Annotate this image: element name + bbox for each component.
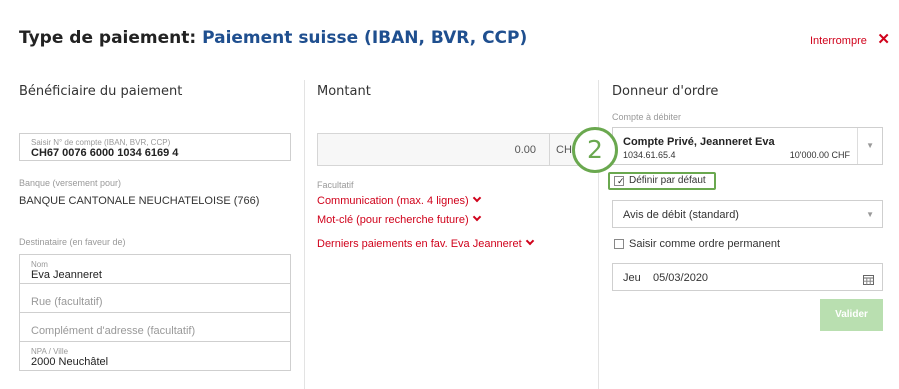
- city-value: 2000 Neuchâtel: [31, 356, 109, 368]
- standing-order-checkbox[interactable]: [614, 239, 624, 249]
- address-complement-placeholder: Complément d'adresse (facultatif): [31, 325, 196, 337]
- debit-account-number: 1034.61.65.4: [623, 150, 676, 160]
- chevron-down-icon: [472, 212, 481, 222]
- calendar-icon[interactable]: [863, 272, 874, 285]
- abort-link[interactable]: Interrompre ✕: [810, 30, 890, 49]
- page-title: Type de paiement: Paiement suisse (IBAN,…: [19, 28, 527, 48]
- advice-select[interactable]: Avis de débit (standard) ▼: [612, 200, 883, 228]
- name-label: Nom: [31, 260, 48, 269]
- debit-account-label: Compte à débiter: [612, 112, 682, 122]
- street-field[interactable]: Rue (facultatif): [19, 283, 291, 313]
- standing-order-label: Saisir comme ordre permanent: [629, 238, 781, 250]
- column-divider: [304, 80, 305, 389]
- default-checkbox-label: Définir par défaut: [629, 175, 706, 186]
- optional-label: Facultatif: [317, 180, 354, 190]
- debit-account-name: Compte Privé, Jeanneret Eva: [623, 136, 775, 148]
- debit-account-balance: 10'000.00 CHF: [789, 150, 850, 160]
- chevron-down-icon: [472, 193, 481, 203]
- communication-link[interactable]: Communication (max. 4 lignes): [317, 193, 481, 207]
- abort-label: Interrompre: [810, 35, 867, 47]
- account-number-value: CH67 0076 6000 1034 6169 4: [31, 147, 179, 159]
- page-title-prefix: Type de paiement:: [19, 28, 197, 48]
- name-field[interactable]: Nom Eva Jeanneret: [19, 254, 291, 284]
- last-payments-link-label: Derniers paiements en fav. Eva Jeanneret: [317, 238, 522, 250]
- chevron-down-icon: ▼: [866, 141, 874, 150]
- submit-button[interactable]: Valider: [820, 299, 883, 331]
- execution-date-field[interactable]: Jeu 05/03/2020: [612, 263, 883, 291]
- address-complement-field[interactable]: Complément d'adresse (facultatif): [19, 312, 291, 342]
- date-day: Jeu: [623, 272, 641, 284]
- amount-input[interactable]: 0.00: [317, 133, 550, 166]
- name-value: Eva Jeanneret: [31, 269, 102, 281]
- chevron-down-icon: [525, 236, 534, 246]
- step-badge: 2: [572, 127, 618, 173]
- account-number-field[interactable]: Saisir N° de compte (IBAN, BVR, CCP) CH6…: [19, 133, 291, 161]
- account-number-label: Saisir N° de compte (IBAN, BVR, CCP): [31, 138, 171, 147]
- communication-link-label: Communication (max. 4 lignes): [317, 195, 469, 207]
- default-checkbox[interactable]: ✓: [614, 176, 625, 186]
- beneficiary-heading: Bénéficiaire du paiement: [19, 84, 183, 99]
- bank-value: BANQUE CANTONALE NEUCHATELOISE (766): [19, 195, 260, 207]
- checkmark-icon: ✓: [617, 176, 625, 186]
- close-icon: ✕: [877, 31, 890, 48]
- date-value: 05/03/2020: [653, 272, 709, 284]
- chevron-down-icon: ▼: [866, 210, 874, 219]
- select-divider: [857, 128, 858, 164]
- amount-value: 0.00: [514, 144, 536, 156]
- standing-order-row[interactable]: Saisir comme ordre permanent: [614, 238, 814, 252]
- city-label: NPA / Ville: [31, 347, 69, 356]
- street-placeholder: Rue (facultatif): [31, 296, 103, 308]
- city-field[interactable]: NPA / Ville 2000 Neuchâtel: [19, 341, 291, 371]
- bank-label: Banque (versement pour): [19, 178, 122, 188]
- default-checkbox-row[interactable]: ✓ Définir par défaut: [614, 175, 714, 189]
- keyword-link[interactable]: Mot-clé (pour recherche future): [317, 212, 481, 226]
- debit-account-select[interactable]: Compte Privé, Jeanneret Eva 1034.61.65.4…: [612, 127, 883, 165]
- keyword-link-label: Mot-clé (pour recherche future): [317, 214, 469, 226]
- recipient-label: Destinataire (en faveur de): [19, 237, 126, 247]
- principal-heading: Donneur d'ordre: [612, 84, 719, 99]
- last-payments-link[interactable]: Derniers paiements en fav. Eva Jeanneret: [317, 236, 534, 250]
- advice-value: Avis de débit (standard): [623, 209, 739, 221]
- amount-heading: Montant: [317, 84, 371, 99]
- payment-type-title: Paiement suisse (IBAN, BVR, CCP): [202, 28, 528, 48]
